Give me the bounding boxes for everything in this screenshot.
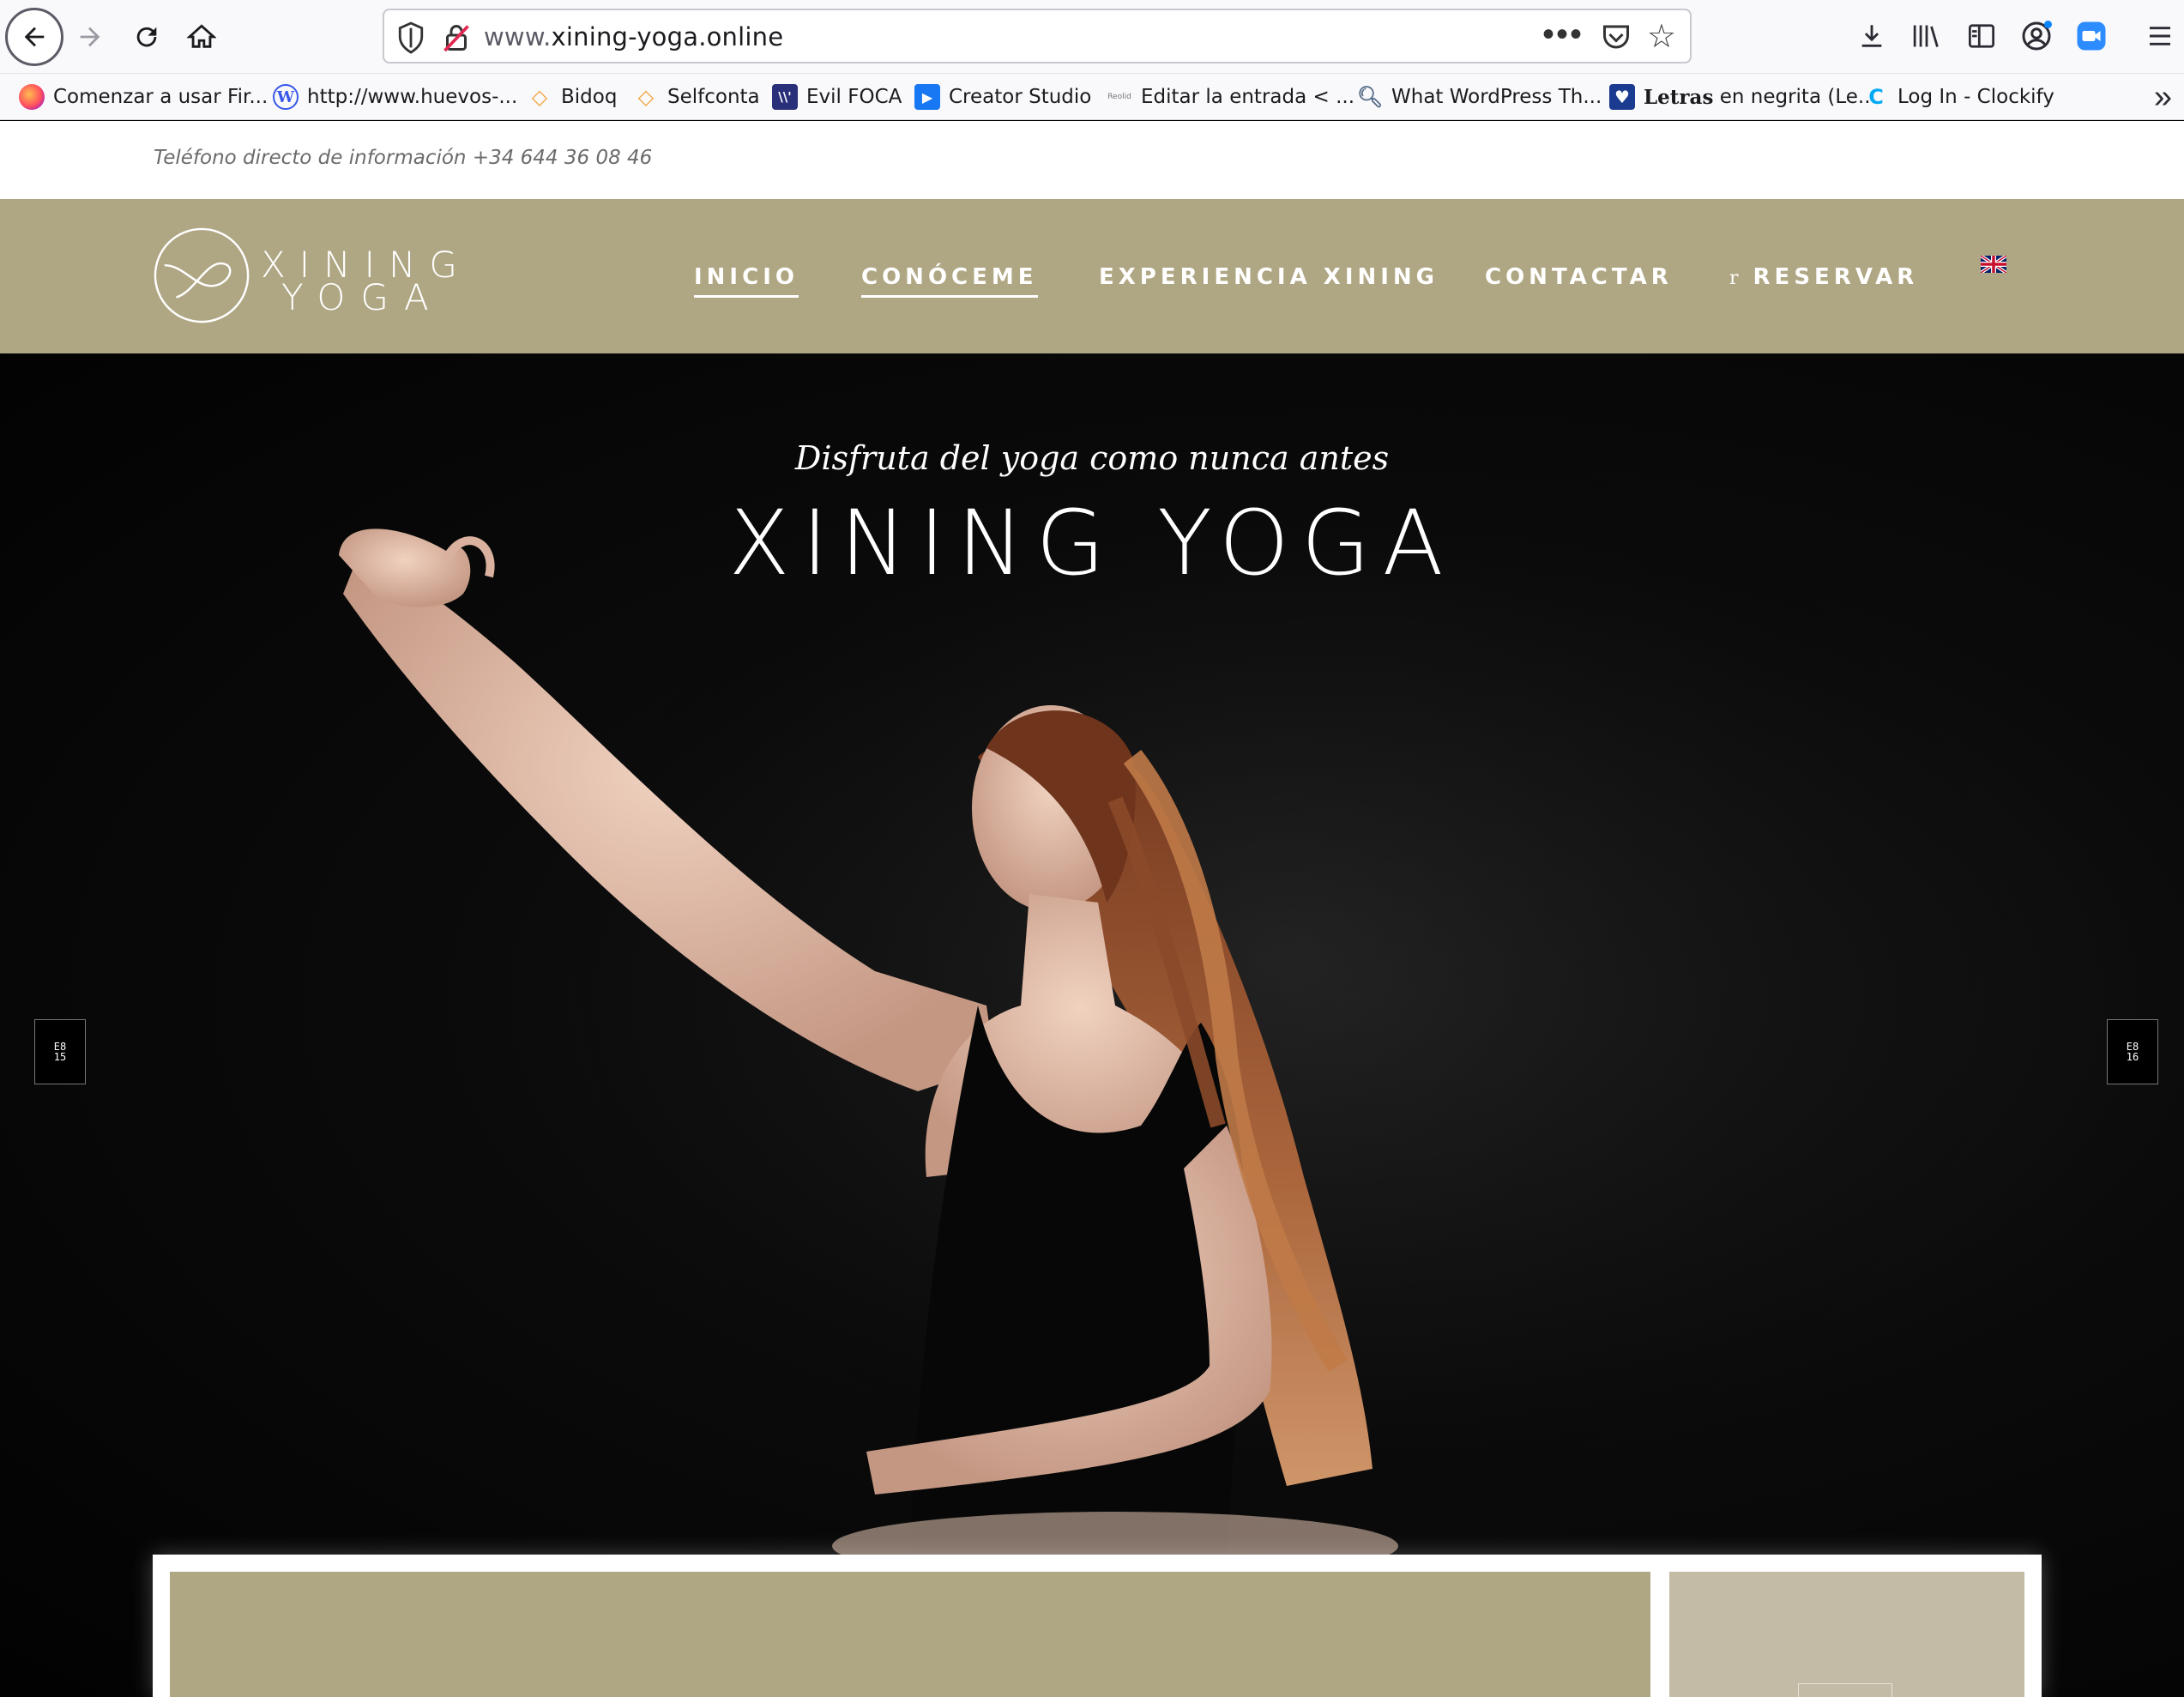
- bookmark-item[interactable]: ♥ Letras en negrita (Le...: [1609, 82, 1877, 112]
- insecure-connection-icon[interactable]: [441, 22, 472, 53]
- bookmark-item[interactable]: Comenzar a usar Fir...: [19, 82, 268, 112]
- nav-item-reservar-label: RESERVAR: [1753, 264, 1919, 290]
- shield-icon[interactable]: [396, 21, 425, 55]
- bookmark-label: Evil FOCA: [806, 86, 902, 108]
- bookmark-item[interactable]: ◇ Bidoq: [527, 82, 618, 112]
- nav-item-conoceme[interactable]: CONÓCEME: [861, 264, 1038, 298]
- magnifier-icon: 🔍︎: [1356, 85, 1384, 109]
- nav-item-inicio[interactable]: INICIO: [694, 264, 799, 298]
- url-text[interactable]: www.xining-yoga.online: [484, 22, 783, 51]
- browser-toolbar: www.xining-yoga.online ••• ☆: [0, 0, 2184, 74]
- page-actions-icon[interactable]: •••: [1542, 15, 1584, 54]
- selfconta-icon: ◇: [637, 85, 655, 109]
- reservar-prefix-glyph: r: [1729, 268, 1743, 289]
- bookmark-label: http://www.huevos-...: [307, 86, 518, 108]
- home-icon: [187, 24, 216, 48]
- card-right-panel: [1669, 1572, 2024, 1697]
- forward-button[interactable]: [62, 9, 118, 65]
- hero-slider: Disfruta del yoga como nunca antes XININ…: [0, 353, 2184, 1697]
- url-prefix: www.: [484, 22, 552, 51]
- bookmark-label: Creator Studio: [949, 86, 1092, 108]
- bookmarks-overflow-icon[interactable]: »: [2154, 79, 2172, 116]
- slider-prev-glyph: E8 15: [53, 1041, 67, 1063]
- url-bar[interactable]: www.xining-yoga.online ••• ☆: [383, 9, 1692, 63]
- heart-icon: ♥: [1609, 84, 1635, 110]
- back-button[interactable]: [5, 8, 63, 66]
- account-icon[interactable]: [2016, 15, 2057, 57]
- site-header: XINING YOGA INICIO CONÓCEME EXPERIENCIA …: [0, 199, 2184, 353]
- slider-next-button[interactable]: E8 16: [2107, 1019, 2158, 1084]
- site-logo[interactable]: XINING YOGA: [153, 225, 457, 328]
- bookmark-item[interactable]: ▶ Creator Studio: [914, 82, 1091, 112]
- bookmark-item[interactable]: Reolid Editar la entrada < ...: [1107, 82, 1354, 112]
- firefox-icon: [19, 84, 45, 110]
- bookmark-label: Comenzar a usar Fir...: [53, 86, 268, 108]
- bookmarks-toolbar: Comenzar a usar Fir... W http://www.huev…: [0, 74, 2184, 120]
- slider-prev-button[interactable]: E8 15: [34, 1019, 86, 1084]
- bookmark-label: Editar la entrada < ...: [1141, 86, 1355, 108]
- evil-foca-icon: \\': [772, 84, 798, 110]
- content-card: [153, 1555, 2042, 1697]
- card-right-button[interactable]: [1798, 1683, 1892, 1697]
- bookmark-label: Log In - Clockify: [1897, 86, 2054, 108]
- english-flag-icon[interactable]: [1981, 256, 2006, 273]
- bookmark-item[interactable]: \\' Evil FOCA: [772, 82, 902, 112]
- clockify-icon: C: [1868, 85, 1884, 109]
- top-info-bar: Teléfono directo de información +34 644 …: [0, 121, 2184, 199]
- bookmark-label: en negrita (Le...: [1713, 86, 1877, 108]
- bidoq-icon: ◇: [531, 85, 548, 109]
- zoom-extension-icon[interactable]: [2071, 15, 2112, 57]
- card-left-panel: [170, 1572, 1650, 1697]
- logo-word-yoga: YOGA: [281, 276, 444, 318]
- slider-next-glyph: E8 16: [2126, 1041, 2139, 1063]
- library-icon[interactable]: [1906, 15, 1947, 57]
- bookmark-item[interactable]: ◇ Selfconta: [633, 82, 760, 112]
- reload-button[interactable]: [118, 9, 175, 65]
- bookmark-item[interactable]: C Log In - Clockify: [1863, 82, 2054, 112]
- home-button[interactable]: [173, 9, 230, 65]
- wordpress-icon: W: [273, 84, 299, 110]
- editar-entrada-icon: Reolid: [1107, 93, 1131, 101]
- hero-subtitle: Disfruta del yoga como nunca antes: [794, 439, 1390, 477]
- pocket-icon[interactable]: [1601, 22, 1632, 51]
- nav-item-contactar[interactable]: CONTACTAR: [1485, 264, 1673, 290]
- url-domain: xining-yoga.online: [551, 22, 784, 51]
- menu-hamburger-icon[interactable]: [2139, 15, 2181, 57]
- hero-title: XINING YOGA: [728, 491, 1456, 595]
- logo-mark-icon: [154, 227, 250, 323]
- bookmark-label-bold: Letras: [1644, 85, 1714, 109]
- sidebar-icon[interactable]: [1961, 15, 2002, 57]
- bookmark-item[interactable]: 🔍︎ What WordPress Th...: [1357, 82, 1602, 112]
- bookmark-label: Bidoq: [561, 86, 618, 108]
- phone-info-text: Teléfono directo de información +34 644 …: [154, 147, 653, 169]
- reload-icon: [136, 27, 157, 47]
- nav-item-experiencia-xining[interactable]: EXPERIENCIA XINING: [1099, 264, 1439, 290]
- bookmark-label: What WordPress Th...: [1391, 86, 1602, 108]
- bookmark-label: Selfconta: [667, 86, 760, 108]
- arrow-left-icon: [24, 27, 45, 47]
- arrow-right-icon: [80, 27, 100, 47]
- downloads-icon[interactable]: [1851, 15, 1892, 57]
- nav-item-reservar[interactable]: r RESERVAR: [1729, 264, 1918, 290]
- creator-studio-icon: ▶: [914, 84, 940, 110]
- bookmark-item[interactable]: W http://www.huevos-...: [273, 82, 517, 112]
- bookmark-star-icon[interactable]: ☆: [1647, 17, 1676, 56]
